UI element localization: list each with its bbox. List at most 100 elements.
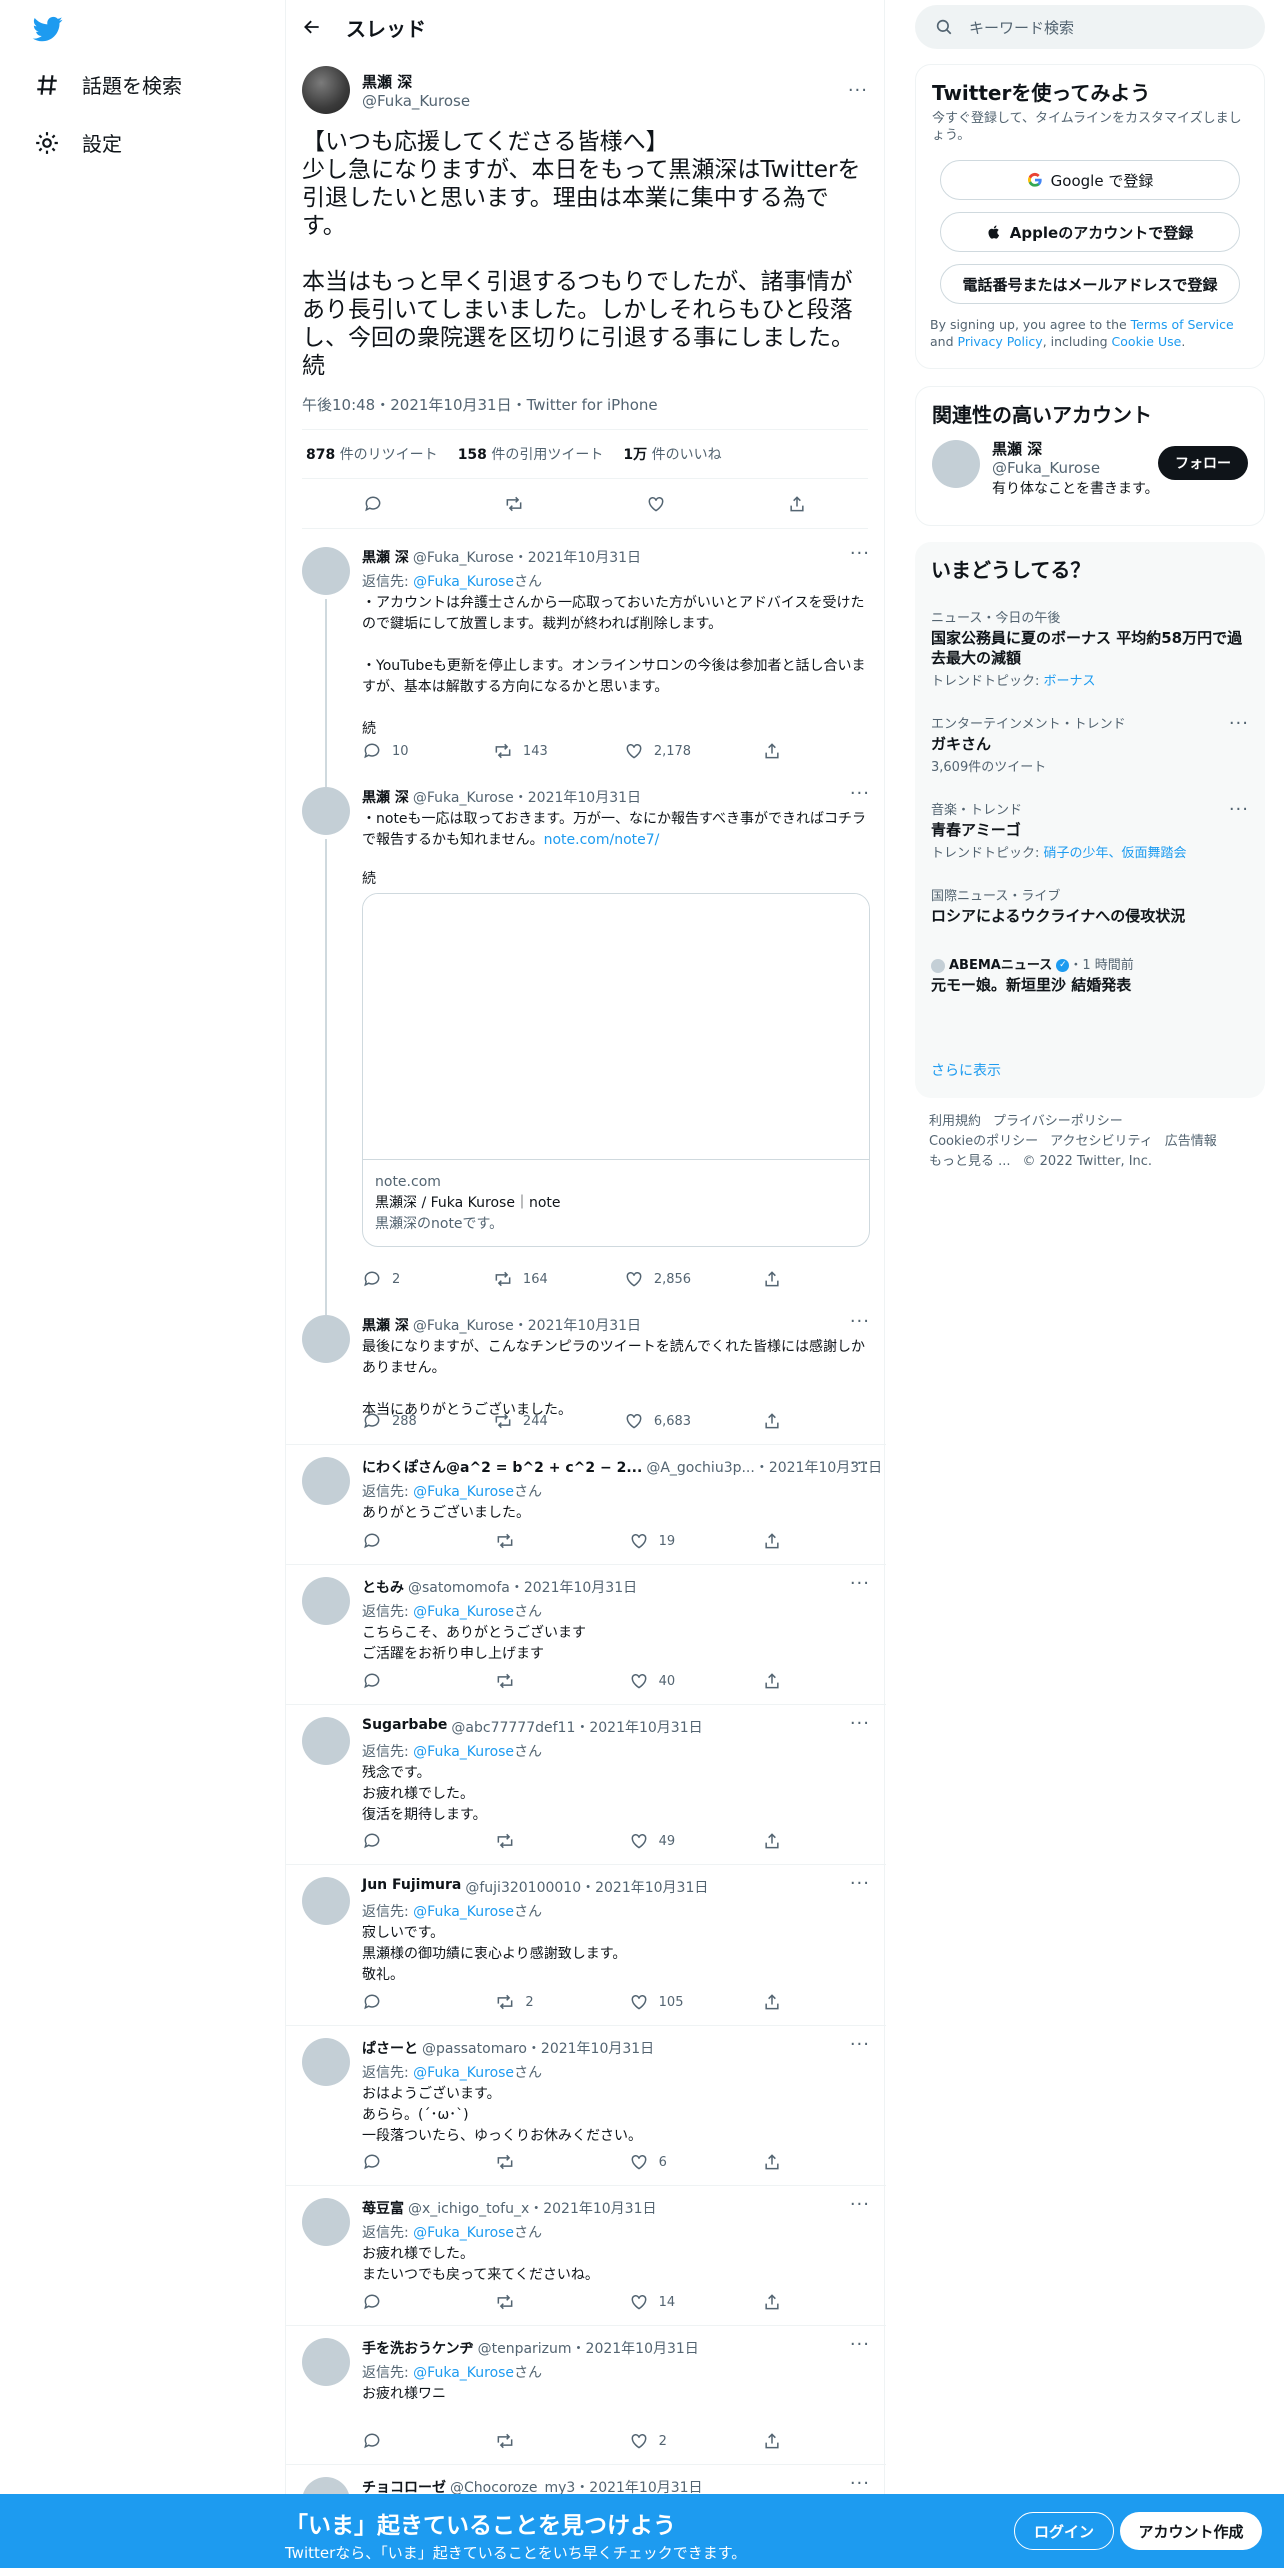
trend-item[interactable]: 音楽・トレンド 青春アミーゴ トレンドトピック: 硝子の少年、仮面舞踏会 ···: [915, 793, 1265, 867]
footer-link[interactable]: 利用規約: [929, 1114, 981, 1129]
reply-to-link[interactable]: @Fuka_Kurose: [413, 2065, 514, 2081]
more-options-icon[interactable]: ···: [850, 2034, 870, 2055]
share-action[interactable]: [762, 1531, 782, 1551]
like-action[interactable]: 19: [629, 1531, 689, 1551]
retweet-action[interactable]: [495, 1531, 555, 1551]
avatar[interactable]: [302, 1577, 350, 1625]
trend-item[interactable]: 国際ニュース・ライブ ロシアによるウクライナへの侵攻状況: [915, 879, 1265, 932]
cookie-link[interactable]: Cookie Use: [1112, 334, 1182, 349]
author-handle[interactable]: @Fuka_Kurose・2021年10月31日: [413, 547, 641, 567]
share-action[interactable]: [762, 2431, 782, 2451]
author-name[interactable]: 苺豆富: [362, 2198, 404, 2218]
share-action[interactable]: [762, 741, 782, 761]
google-signup-button[interactable]: Google で登録: [940, 160, 1240, 200]
link-card[interactable]: note.com 黒瀬深 / Fuka Kurose｜note 黒瀬深のnoteです…: [362, 893, 870, 1247]
reply-action[interactable]: [362, 1531, 422, 1551]
search-box[interactable]: キーワード検索: [915, 5, 1265, 49]
reply-tweet[interactable]: 黒瀬 深 @Fuka_Kurose・2021年10月31日 ··· ・noteも一応は…: [286, 775, 886, 1315]
avatar[interactable]: [302, 1315, 350, 1363]
tweet-meta[interactable]: 午後10:48・2021年10月31日・Twitter for iPhone: [302, 394, 868, 430]
like-action[interactable]: 6,683: [624, 1411, 691, 1431]
more-options-icon[interactable]: ···: [850, 1713, 870, 1734]
retweet-action[interactable]: 164: [493, 1269, 553, 1289]
reply-tweet[interactable]: 苺豆富 @x_ichigo_tofu_x・2021年10月31日 ··· 返信先: @…: [286, 2186, 886, 2326]
author-name[interactable]: Jun Fujimura: [362, 1877, 461, 1897]
share-icon[interactable]: [787, 494, 807, 514]
author-name[interactable]: 手を洗おうケンヂ: [362, 2338, 474, 2358]
reply-action[interactable]: [362, 2292, 422, 2312]
reply-tweet[interactable]: ぱさーと @passatomaro・2021年10月31日 ··· 返信先: @Fuk…: [286, 2026, 886, 2186]
like-action[interactable]: 6: [629, 2152, 689, 2172]
like-count[interactable]: 1万 件のいいね: [623, 444, 721, 464]
share-action[interactable]: [762, 2292, 782, 2312]
avatar[interactable]: [302, 2338, 350, 2386]
nav-explore[interactable]: 話題を検索: [34, 70, 182, 99]
like-action[interactable]: 14: [629, 2292, 689, 2312]
author-name[interactable]: 黒瀬 深: [362, 1315, 409, 1335]
terms-link[interactable]: Terms of Service: [1131, 317, 1234, 332]
share-action[interactable]: [762, 1411, 782, 1431]
reply-icon[interactable]: [363, 494, 383, 514]
reply-tweet[interactable]: Sugarbabe @abc77777def11・2021年10月31日 ··· 返信…: [286, 1705, 886, 1865]
signup-button[interactable]: アカウント作成: [1120, 2512, 1262, 2550]
trend-item[interactable]: ABEMAニュース ✓ ・1 時間前 元モー娘。新垣里沙 結婚発表: [915, 948, 1265, 1001]
login-button[interactable]: ログイン: [1014, 2512, 1114, 2550]
reply-tweet[interactable]: にわくぽさん@a^2 = b^2 + c^2 − 2... @A_gochiu3p…: [286, 1445, 886, 1565]
avatar[interactable]: [302, 66, 350, 114]
author-name[interactable]: Sugarbabe: [362, 1717, 447, 1737]
more-options-icon[interactable]: ···: [850, 1573, 870, 1594]
more-options-icon[interactable]: ···: [850, 1873, 870, 1894]
retweet-icon[interactable]: [504, 494, 524, 514]
author-name[interactable]: にわくぽさん@a^2 = b^2 + c^2 − 2...: [362, 1457, 642, 1477]
avatar[interactable]: [302, 787, 350, 835]
related-name[interactable]: 黒瀬 深: [992, 440, 1159, 459]
retweet-action[interactable]: [495, 1671, 555, 1691]
avatar[interactable]: [302, 1717, 350, 1765]
reply-action[interactable]: 288: [362, 1411, 422, 1431]
avatar[interactable]: [302, 1457, 350, 1505]
like-icon[interactable]: [646, 494, 666, 514]
more-options-icon[interactable]: ···: [850, 543, 870, 564]
avatar[interactable]: [302, 2038, 350, 2086]
reply-action[interactable]: [362, 1831, 422, 1851]
author-name[interactable]: 黒瀬 深: [362, 787, 409, 807]
share-action[interactable]: [762, 1831, 782, 1851]
avatar[interactable]: [302, 547, 350, 595]
avatar[interactable]: [302, 2198, 350, 2246]
trend-item[interactable]: ニュース・今日の午後 国家公務員に夏のボーナス 平均約58万円で過去最大の減額 トレ…: [915, 601, 1265, 695]
reply-action[interactable]: 10: [362, 741, 422, 761]
more-options-icon[interactable]: ···: [1229, 799, 1249, 820]
author-handle[interactable]: @passatomaro・2021年10月31日: [422, 2038, 654, 2058]
note-link[interactable]: note.com/note7/: [544, 832, 660, 848]
reply-to-link[interactable]: @Fuka_Kurose: [413, 1604, 514, 1620]
share-action[interactable]: [762, 1269, 782, 1289]
author-name[interactable]: 黒瀬 深: [362, 547, 409, 567]
retweet-action[interactable]: [495, 1831, 555, 1851]
more-options-icon[interactable]: ···: [1229, 713, 1249, 734]
related-account[interactable]: 黒瀬 深 @Fuka_Kurose 有り体なことを書きます。 フォロー: [916, 440, 1264, 499]
reply-action[interactable]: [362, 2431, 422, 2451]
reply-action[interactable]: [362, 2152, 422, 2172]
author-name[interactable]: ともみ: [362, 1577, 404, 1597]
more-options-icon[interactable]: ···: [850, 1453, 870, 1474]
reply-to-link[interactable]: @Fuka_Kurose: [413, 574, 514, 590]
like-action[interactable]: 40: [629, 1671, 689, 1691]
footer-link[interactable]: もっと見る ...: [929, 1154, 1011, 1169]
share-action[interactable]: [762, 1671, 782, 1691]
reply-to-link[interactable]: @Fuka_Kurose: [413, 1904, 514, 1920]
reply-tweet[interactable]: 黒瀬 深 @Fuka_Kurose・2021年10月31日 ··· 最後になりますが、…: [286, 1303, 886, 1445]
author-handle[interactable]: @abc77777def11・2021年10月31日: [451, 1717, 702, 1737]
related-handle[interactable]: @Fuka_Kurose: [992, 459, 1159, 478]
retweet-action[interactable]: 2: [495, 1992, 555, 2012]
retweet-action[interactable]: [495, 2431, 555, 2451]
more-options-icon[interactable]: ···: [850, 783, 870, 804]
reply-to-link[interactable]: @Fuka_Kurose: [413, 1484, 514, 1500]
trend-topic-link[interactable]: ボーナス: [1044, 674, 1096, 689]
more-options-icon[interactable]: ···: [850, 2473, 870, 2494]
apple-signup-button[interactable]: Appleのアカウントで登録: [940, 212, 1240, 252]
follow-button[interactable]: フォロー: [1158, 446, 1248, 480]
phone-email-signup-button[interactable]: 電話番号またはメールアドレスで登録: [940, 264, 1240, 304]
retweet-action[interactable]: [495, 2152, 555, 2172]
footer-link[interactable]: プライバシーポリシー: [993, 1114, 1123, 1129]
like-action[interactable]: 49: [629, 1831, 689, 1851]
